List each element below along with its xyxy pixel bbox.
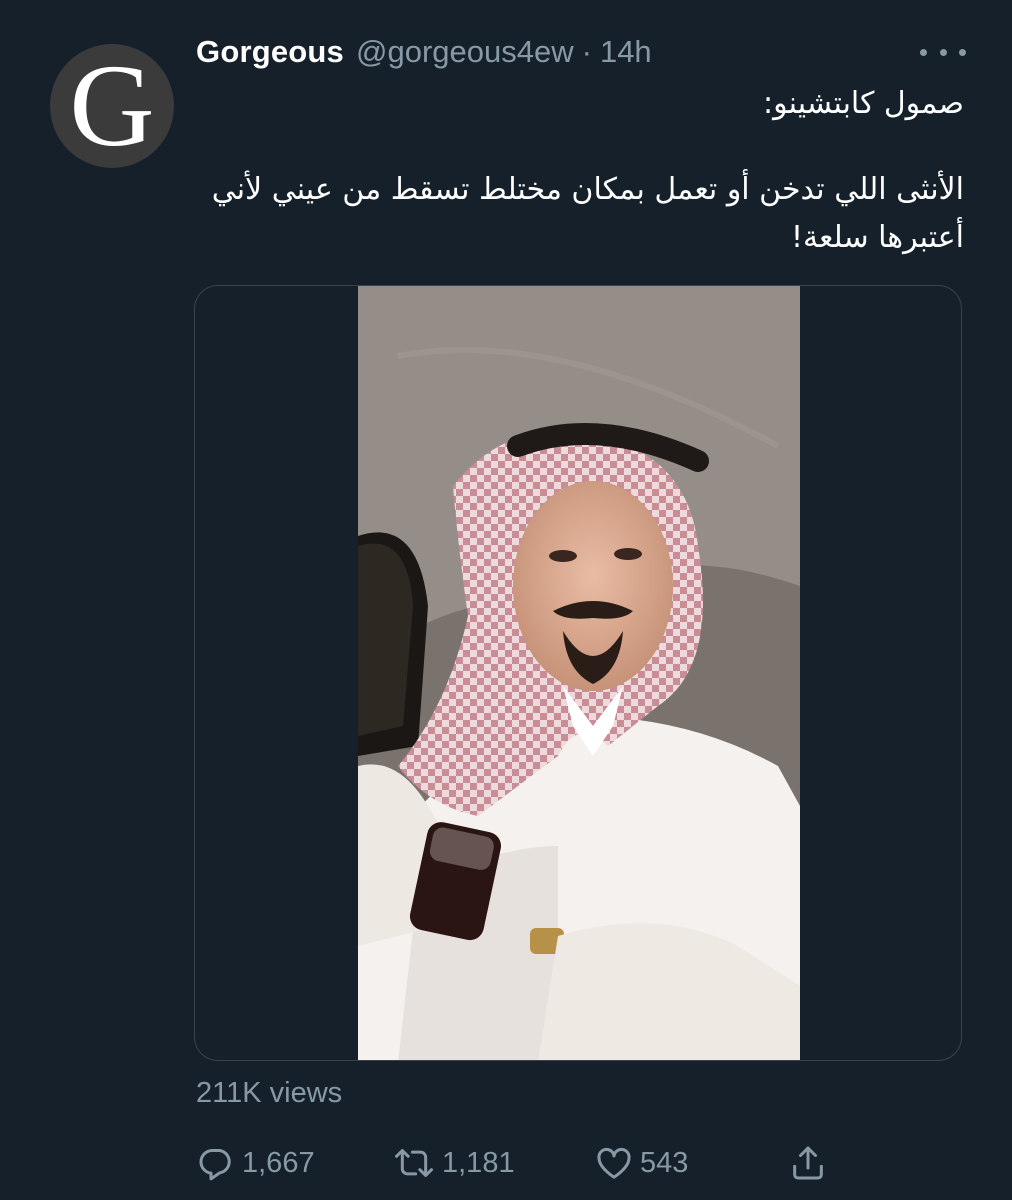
more-dot (959, 48, 966, 56)
tweet-detail-screen: G Gorgeous @gorgeous4ew · 14h صمول كابتش… (0, 0, 1012, 1200)
heart-icon (594, 1143, 634, 1183)
more-dots-icon[interactable] (920, 40, 966, 64)
retweet-count: 1,181 (442, 1146, 515, 1179)
action-bar: 1,667 1,181 543 (196, 1138, 976, 1188)
more-dot (939, 48, 947, 56)
avatar-logo-letter: G (69, 44, 155, 168)
video-frame-image (358, 286, 800, 1060)
tweet-text-line: الأنثى اللي تدخن أو تعمل بمكان مختلط تسق… (211, 172, 964, 255)
tweet-text-line: صمول كابتشينو: (763, 86, 964, 121)
tweet-text: صمول كابتشينو: الأنثى اللي تدخن أو تعمل … (204, 80, 964, 262)
reply-count: 1,667 (242, 1146, 315, 1179)
timestamp[interactable]: 14h (600, 34, 652, 70)
reply-bubble-icon (196, 1143, 236, 1183)
separator-dot: · (581, 34, 592, 69)
display-name[interactable]: Gorgeous (196, 34, 344, 70)
tweet-header: Gorgeous @gorgeous4ew · 14h (196, 30, 652, 74)
retweet-arrows-icon (392, 1143, 436, 1183)
avatar[interactable]: G (50, 44, 174, 168)
like-count: 543 (640, 1146, 689, 1179)
more-dot (920, 48, 927, 56)
share-upload-icon (788, 1143, 828, 1183)
like-button[interactable]: 543 (594, 1138, 688, 1188)
user-handle[interactable]: @gorgeous4ew (356, 34, 574, 70)
video-player[interactable] (358, 286, 800, 1060)
view-count: 211K views (196, 1077, 343, 1109)
media-card[interactable] (194, 285, 962, 1061)
share-button[interactable] (788, 1138, 828, 1188)
reply-button[interactable]: 1,667 (196, 1138, 315, 1188)
retweet-button[interactable]: 1,181 (392, 1138, 515, 1188)
